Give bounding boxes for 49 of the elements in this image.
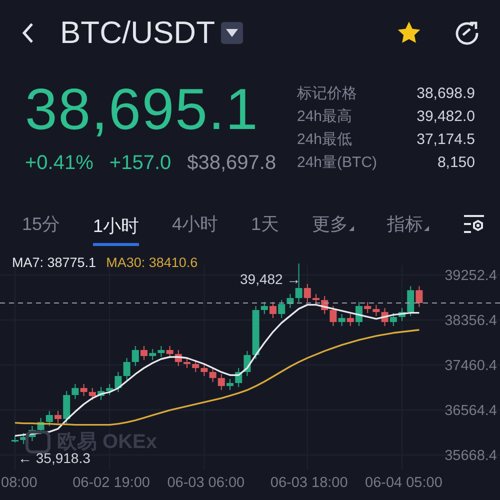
stat-label: 24h最高 (297, 107, 354, 126)
interval-tab[interactable]: 4小时 (172, 204, 218, 244)
time-axis-label: 06-03 18:00 (270, 475, 348, 491)
stat-label: 24h量(BTC) (297, 153, 378, 172)
high-price-marker: 39,482 → (240, 271, 301, 287)
pair-title: BTC/USDT (60, 15, 215, 51)
stat-value: 8,150 (436, 153, 475, 172)
candle (184, 358, 190, 369)
candle (356, 302, 362, 327)
candle (398, 308, 406, 322)
usd-price: $38,697.8 (187, 152, 276, 175)
candle (98, 386, 104, 401)
candle (12, 435, 18, 443)
stat-label: 24h最低 (297, 130, 354, 149)
change-percent: +0.41% (25, 152, 94, 175)
time-axis-label: 06-04 05:00 (365, 475, 442, 491)
stat-value: 38,698.9 (416, 84, 475, 103)
star-icon[interactable] (396, 20, 422, 46)
caret-icon (226, 29, 238, 37)
menu-tab[interactable]: 更多 (312, 204, 354, 244)
time-axis-label: 08:00 (1, 475, 38, 491)
price-axis-label: 37460.4 (444, 358, 497, 374)
price-axis-label: 38356.4 (444, 313, 497, 329)
price-change: +157.0 (109, 152, 172, 175)
low-price-marker: ← 35,918.3 (18, 450, 90, 466)
legend-value: : 38775.1 (40, 255, 96, 270)
menu-tab[interactable]: 指标 (387, 204, 429, 244)
interval-tab[interactable]: 1天 (251, 204, 280, 244)
price-axis-label: 39252.4 (444, 268, 497, 284)
candle (140, 345, 148, 361)
time-axis-label: 06-03 06:00 (167, 475, 245, 491)
stat-value: 37,174.5 (416, 130, 475, 149)
candle (312, 294, 320, 305)
pair-dropdown[interactable] (221, 22, 243, 44)
stat-value: 39,482.0 (416, 107, 475, 126)
legend-name: MA30 (106, 255, 142, 270)
price-axis-label: 35668.4 (444, 448, 497, 464)
candle (226, 378, 234, 391)
logo-icon (25, 430, 51, 454)
legend-value: : 38410.6 (141, 255, 198, 270)
stat-label: 标记价格 (297, 84, 358, 103)
interval-tab[interactable]: 15分 (22, 204, 60, 244)
interval-tab[interactable]: 1小时 (93, 206, 140, 246)
candle (270, 302, 276, 318)
candle (54, 410, 62, 424)
last-price: 38,695.1 (25, 76, 260, 144)
legend-name: MA7 (12, 255, 40, 270)
price-axis-label: 36564.4 (444, 403, 497, 419)
time-axis-label: 06-02 19:00 (72, 475, 150, 491)
